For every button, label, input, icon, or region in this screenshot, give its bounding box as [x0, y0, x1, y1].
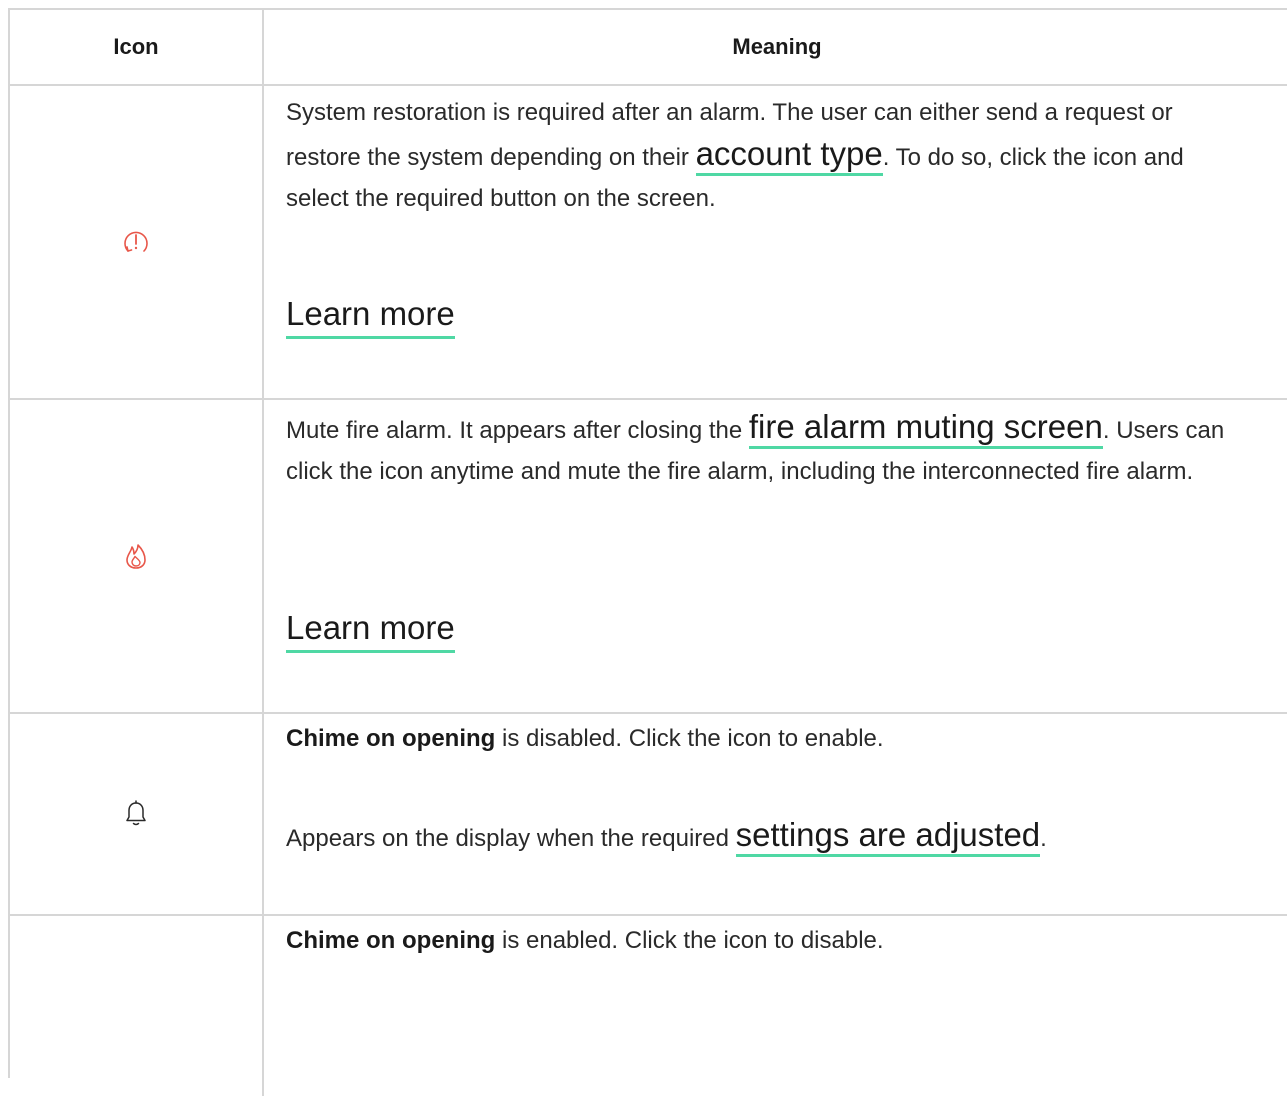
learn-more-link[interactable]: Learn more [286, 294, 455, 339]
meaning-text: Chime on opening is disabled. Click the … [286, 725, 884, 752]
table-row: Mute fire alarm. It appears after closin… [10, 400, 1287, 714]
chime-setting-name: Chime on opening [286, 927, 496, 954]
icon-cell [10, 400, 264, 712]
account-type-link[interactable]: account type [695, 135, 883, 176]
icon-meaning-table: Icon Meaning System restoration is requi… [8, 8, 1287, 1096]
meaning-text: Mute fire alarm. It appears after closin… [286, 408, 1225, 485]
header-cell-icon: Icon [10, 10, 264, 84]
fire-icon [124, 541, 148, 571]
chime-setting-name: Chime on opening [286, 725, 496, 752]
header-cell-meaning: Meaning [264, 10, 1287, 84]
table-header-row: Icon Meaning [10, 10, 1287, 86]
meaning-text: Chime on opening is enabled. Click the i… [286, 927, 884, 954]
settings-are-adjusted-link[interactable]: settings are adjusted [735, 816, 1041, 857]
header-icon-label: Icon [113, 34, 159, 59]
restore-alert-icon [121, 227, 151, 257]
table-row: Chime on opening is disabled. Click the … [10, 714, 1287, 916]
meaning-cell: System restoration is required after an … [264, 86, 1287, 398]
meaning-cell: Chime on opening is enabled. Click the i… [264, 916, 1287, 1096]
bell-icon [124, 800, 148, 828]
meaning-text-2: Appears on the display when the required… [286, 814, 1246, 859]
icon-cell [10, 86, 264, 398]
learn-more-link[interactable]: Learn more [286, 608, 455, 653]
icon-cell [10, 916, 264, 1096]
icon-cell [10, 714, 264, 914]
fire-alarm-muting-screen-link[interactable]: fire alarm muting screen [748, 408, 1103, 449]
meaning-cell: Mute fire alarm. It appears after closin… [264, 400, 1287, 712]
meaning-text: System restoration is required after an … [286, 99, 1184, 212]
header-meaning-label: Meaning [732, 34, 822, 59]
table-row: Chime on opening is enabled. Click the i… [10, 916, 1287, 1096]
table-row: System restoration is required after an … [10, 86, 1287, 400]
meaning-cell: Chime on opening is disabled. Click the … [264, 714, 1287, 914]
